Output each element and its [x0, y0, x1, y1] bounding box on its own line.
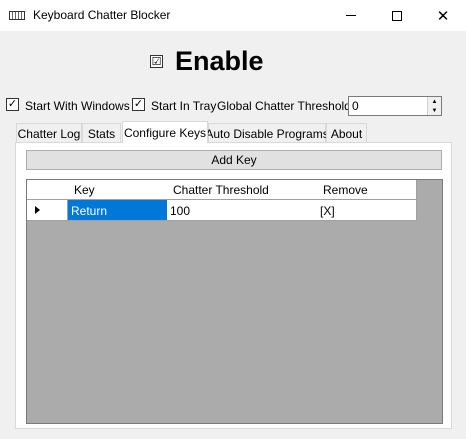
title-bar[interactable]: Keyboard Chatter Blocker ✕ [0, 0, 466, 31]
spin-down-icon[interactable]: ▼ [428, 106, 441, 115]
minimize-icon [346, 15, 356, 16]
window-title: Keyboard Chatter Blocker [33, 8, 171, 22]
cell-key[interactable]: Return [68, 200, 168, 221]
minimize-button[interactable] [328, 0, 374, 31]
table-row[interactable]: Return 100 [X] [27, 200, 417, 221]
spinner-buttons: ▲ ▼ [427, 97, 441, 115]
row-header-corner [27, 180, 69, 200]
close-icon: ✕ [436, 7, 450, 25]
column-header-remove[interactable]: Remove [317, 180, 417, 200]
tab-configure-keys[interactable]: Configure Keys [122, 121, 208, 143]
threshold-spinner[interactable]: 0 ▲ ▼ [348, 96, 442, 116]
spin-up-icon[interactable]: ▲ [428, 97, 441, 106]
start-in-tray-label[interactable]: Start In Tray [151, 99, 216, 113]
keys-grid[interactable]: Key Chatter Threshold Remove Return 100 … [26, 179, 443, 424]
tab-stats[interactable]: Stats [82, 123, 121, 143]
cell-remove[interactable]: [X] [317, 200, 417, 221]
configure-keys-panel: Add Key Key Chatter Threshold Remove Ret… [15, 142, 452, 429]
enable-label: Enable [175, 45, 264, 76]
start-with-windows-label[interactable]: Start With Windows [25, 99, 130, 113]
threshold-value[interactable]: 0 [352, 99, 359, 113]
start-in-tray-checkbox[interactable]: ✓ [132, 98, 145, 111]
column-header-key[interactable]: Key [68, 180, 168, 200]
start-with-windows-checkbox[interactable]: ✓ [6, 98, 19, 111]
enable-checkbox[interactable]: ☑ [150, 54, 163, 68]
grid-header: Key Chatter Threshold Remove [27, 180, 417, 200]
maximize-button[interactable] [374, 0, 420, 31]
tab-strip: Chatter Log Stats Configure Keys Auto Di… [0, 121, 466, 143]
enable-toggle[interactable]: ☑ Enable [150, 44, 264, 78]
cell-threshold[interactable]: 100 [167, 200, 318, 221]
tab-auto-disable-programs[interactable]: Auto Disable Programs [205, 123, 329, 143]
keyboard-icon [9, 11, 25, 20]
add-key-button[interactable]: Add Key [26, 150, 442, 170]
current-row-icon [35, 206, 40, 214]
tab-chatter-log[interactable]: Chatter Log [16, 123, 82, 143]
tab-about[interactable]: About [326, 123, 367, 143]
maximize-icon [392, 10, 402, 21]
row-header[interactable] [27, 200, 68, 221]
threshold-label: Global Chatter Threshold: [217, 99, 355, 113]
close-button[interactable]: ✕ [420, 0, 466, 31]
column-header-threshold[interactable]: Chatter Threshold [167, 180, 318, 200]
